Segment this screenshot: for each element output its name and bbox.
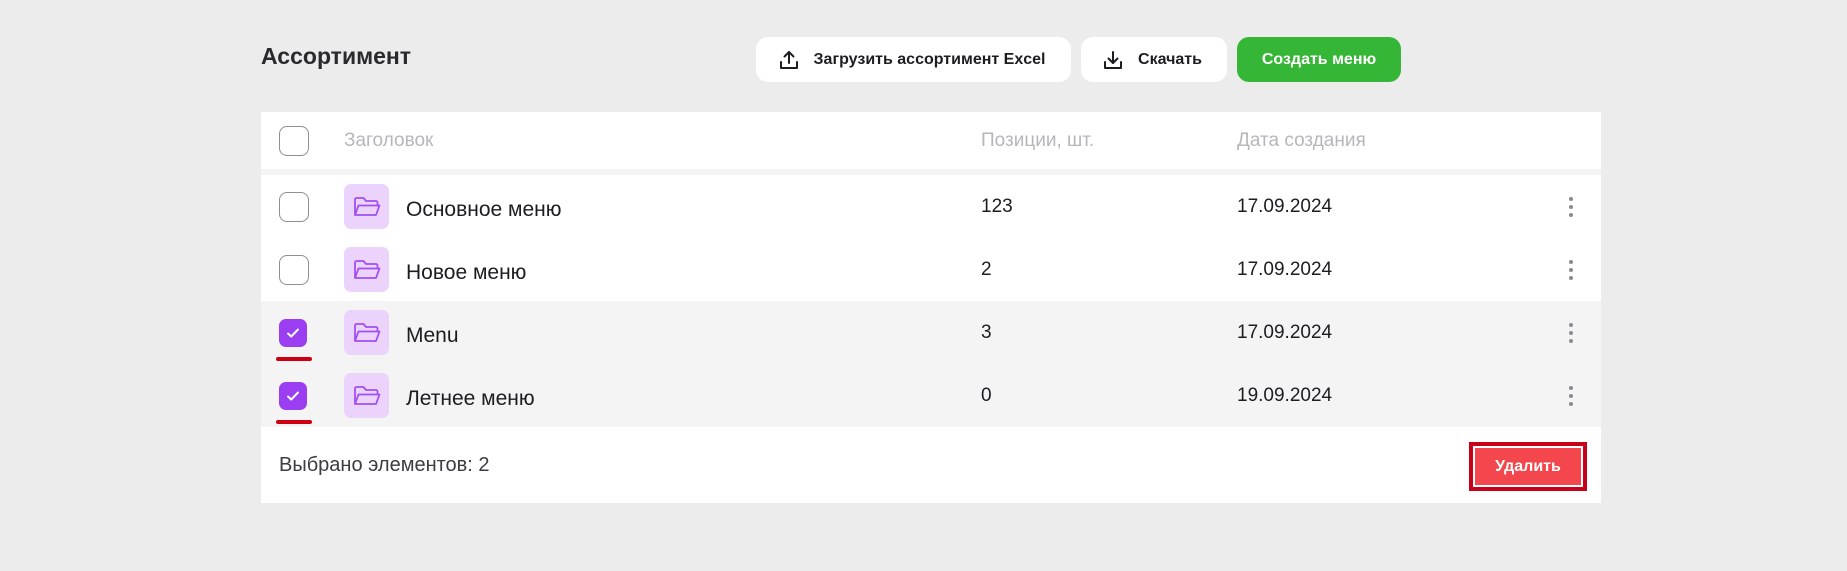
row-date: 17.09.2024 <box>1237 258 1333 280</box>
row-checkbox[interactable] <box>279 318 307 347</box>
row-name: Новое меню <box>406 261 527 284</box>
selection-underline <box>276 419 312 424</box>
row-positions: 0 <box>981 384 992 406</box>
folder-icon <box>344 373 389 418</box>
download-label: Скачать <box>1138 50 1202 68</box>
table-body: Основное меню 123 17.09.2024 Новое меню … <box>261 175 1601 427</box>
row-date: 17.09.2024 <box>1237 195 1333 217</box>
more-vertical-icon[interactable] <box>1561 256 1581 284</box>
row-positions: 123 <box>981 195 1013 217</box>
selection-underline <box>276 356 312 361</box>
column-header-title[interactable]: Заголовок <box>344 130 433 152</box>
select-all-checkbox[interactable] <box>279 125 309 156</box>
folder-icon <box>344 184 389 229</box>
selected-count: Выбрано элементов: 2 <box>279 453 490 476</box>
column-header-created[interactable]: Дата создания <box>1237 130 1366 152</box>
download-button[interactable]: Скачать <box>1081 37 1227 82</box>
row-date: 19.09.2024 <box>1237 384 1333 406</box>
more-vertical-icon[interactable] <box>1561 382 1581 410</box>
create-menu-button[interactable]: Создать меню <box>1237 37 1401 82</box>
table-row[interactable]: Летнее меню 0 19.09.2024 <box>261 364 1601 427</box>
delete-highlight: Удалить <box>1469 442 1587 491</box>
more-vertical-icon[interactable] <box>1561 193 1581 221</box>
row-positions: 2 <box>981 258 992 280</box>
check-icon <box>287 391 299 400</box>
more-vertical-icon[interactable] <box>1561 319 1581 347</box>
upload-excel-label: Загрузить ассортимент Excel <box>813 50 1046 68</box>
column-header-positions[interactable]: Позиции, шт. <box>981 130 1094 152</box>
table-row[interactable]: Новое меню 2 17.09.2024 <box>261 238 1601 301</box>
assortment-table: Заголовок Позиции, шт. Дата создания Осн… <box>261 112 1601 503</box>
folder-icon <box>344 310 389 355</box>
toolbar: Загрузить ассортимент Excel Скачать Созд… <box>756 37 1401 82</box>
row-name: Основное меню <box>406 198 562 221</box>
delete-button[interactable]: Удалить <box>1475 448 1581 485</box>
row-date: 17.09.2024 <box>1237 321 1333 343</box>
check-icon <box>287 328 299 337</box>
row-checkbox[interactable] <box>279 191 309 222</box>
row-checkbox[interactable] <box>279 381 307 410</box>
upload-icon <box>778 49 800 71</box>
download-icon <box>1102 49 1124 71</box>
table-row[interactable]: Основное меню 123 17.09.2024 <box>261 175 1601 238</box>
page-title: Ассортимент <box>261 43 412 69</box>
row-name: Menu <box>406 324 459 347</box>
row-name: Летнее меню <box>406 387 535 410</box>
selection-footer: Выбрано элементов: 2 Удалить <box>261 427 1601 503</box>
folder-icon <box>344 247 389 292</box>
row-checkbox[interactable] <box>279 254 309 285</box>
upload-excel-button[interactable]: Загрузить ассортимент Excel <box>756 37 1071 82</box>
table-row[interactable]: Menu 3 17.09.2024 <box>261 301 1601 364</box>
table-header: Заголовок Позиции, шт. Дата создания <box>261 112 1601 175</box>
row-positions: 3 <box>981 321 992 343</box>
